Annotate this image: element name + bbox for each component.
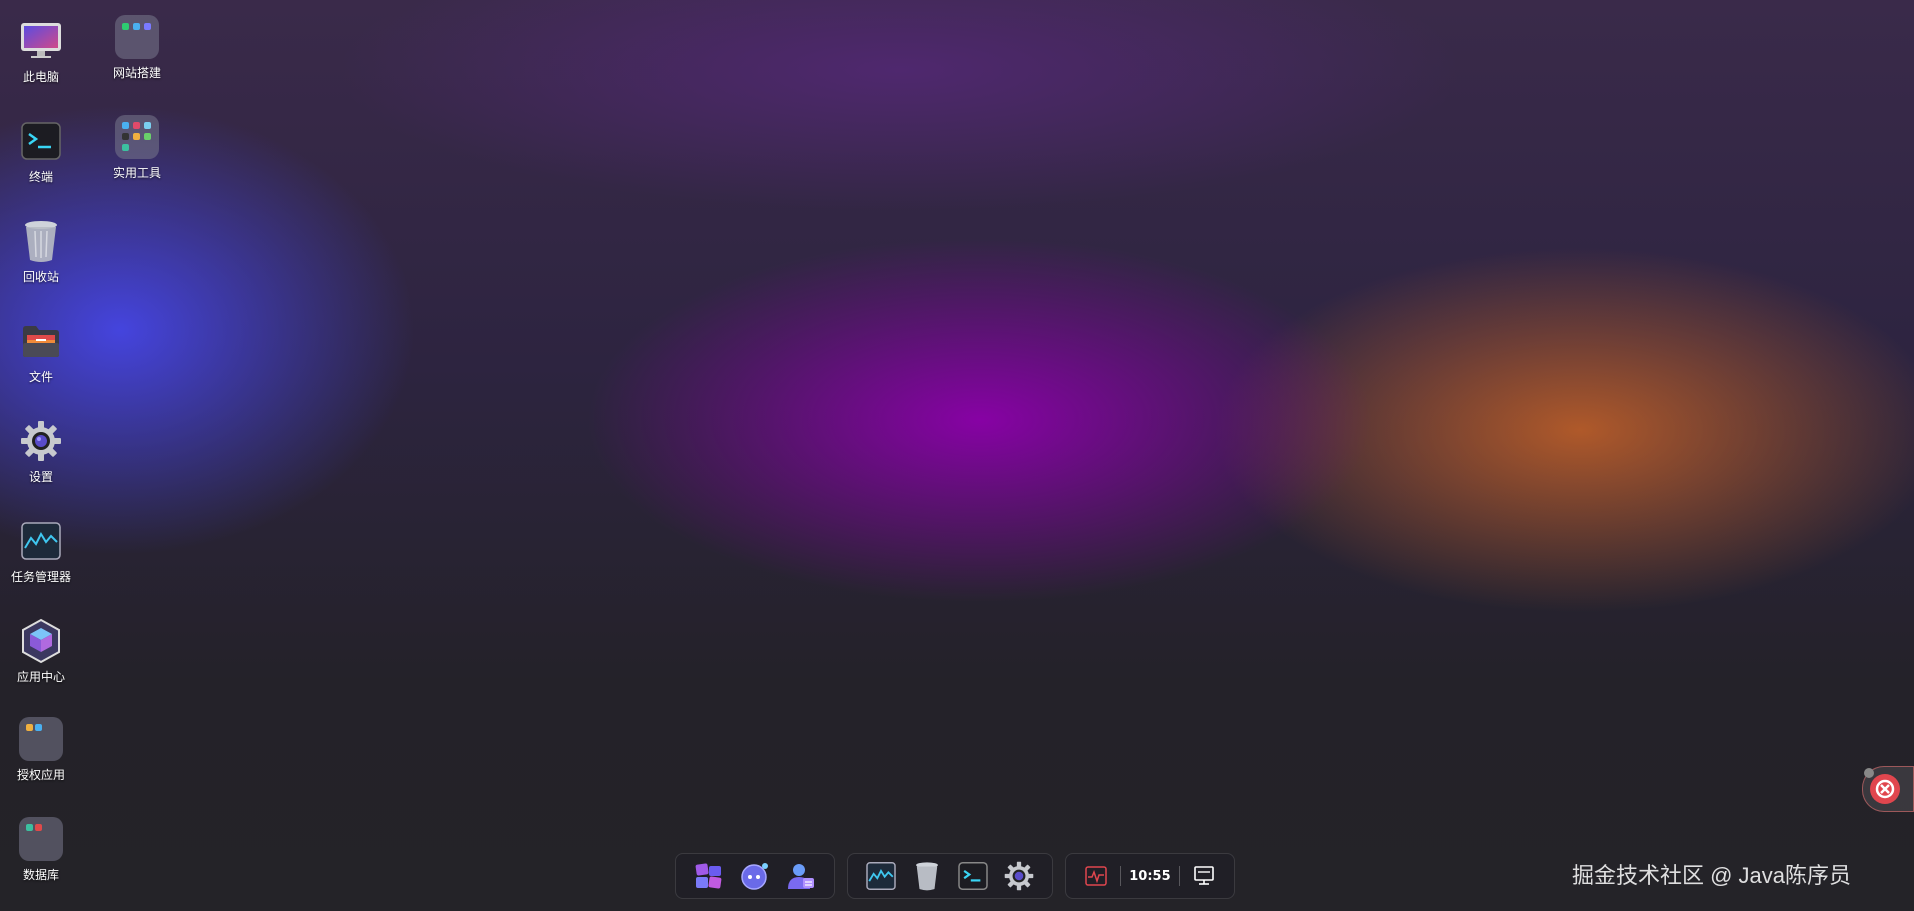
folder-icon [18,816,64,862]
icon-label: 授权应用 [16,768,65,782]
watermark-text: 掘金技术社区 @ Java陈序员 [1572,863,1852,888]
icon-label: 实用工具 [112,166,161,180]
icon-label: 设置 [28,470,53,484]
tray-separator [1120,866,1122,886]
folder-icon [18,716,64,762]
desktop-icon-files[interactable]: 文件 [0,318,86,385]
user-icon [788,864,814,889]
taskbar-terminal[interactable] [957,860,989,892]
icon-label: 应用中心 [16,670,65,684]
desktop-icon-task-manager[interactable]: 任务管理器 [0,518,86,585]
folder-icon [114,14,160,60]
desktop-icon-app-center[interactable]: 应用中心 [0,618,86,685]
gear-icon [1004,861,1034,891]
icon-label: 回收站 [22,270,59,284]
taskbar-recycle-bin[interactable] [911,860,943,892]
files-folder-icon [18,318,64,364]
gear-icon [18,418,64,464]
icon-label: 此电脑 [22,70,59,84]
desktop-icon-terminal[interactable]: 终端 [0,118,86,185]
task-manager-icon [866,862,896,890]
desktop-icon-authorized-apps[interactable]: 授权应用 [0,716,86,783]
start-menu-icon [695,863,722,889]
tray-separator [1178,866,1180,886]
folder-icon [114,114,160,160]
desktop-icon-database[interactable]: 数据库 [0,816,86,883]
taskbar-group-tray: 10:55 [1065,853,1235,899]
floating-helper-widget[interactable] [1862,766,1914,812]
show-desktop-button[interactable] [1188,860,1220,892]
trash-icon [18,218,64,264]
desktop-icon-this-pc[interactable]: 此电脑 [0,18,86,85]
icon-label: 任务管理器 [10,570,71,584]
task-manager-icon [18,518,64,564]
taskbar-task-manager[interactable] [865,860,897,892]
terminal-icon [18,118,64,164]
app-center-icon [18,618,64,664]
user-button[interactable] [785,860,817,892]
trash-icon [916,862,938,891]
icon-label: 文件 [28,370,53,384]
show-desktop-icon [1194,866,1214,885]
assistant-button[interactable] [739,860,771,892]
icon-label: 数据库 [22,868,59,882]
taskbar-group-apps [675,853,835,899]
icon-label: 终端 [28,170,53,184]
taskbar-group-system [847,853,1053,899]
computer-icon [18,18,64,64]
taskbar-settings[interactable] [1003,860,1035,892]
desktop-icon-settings[interactable]: 设置 [0,418,86,485]
desktop-icon-utilities[interactable]: 实用工具 [92,114,182,181]
system-monitor-button[interactable] [1080,860,1112,892]
start-menu-button[interactable] [693,860,725,892]
close-circle-icon [1864,768,1900,804]
desktop-icon-website-builder[interactable]: 网站搭建 [92,14,182,81]
assistant-icon [741,863,768,890]
clock[interactable]: 10:55 [1129,869,1170,884]
monitor-pulse-icon [1085,866,1107,886]
desktop-icon-recycle-bin[interactable]: 回收站 [0,218,86,285]
terminal-icon [958,862,988,890]
icon-label: 网站搭建 [112,66,161,80]
